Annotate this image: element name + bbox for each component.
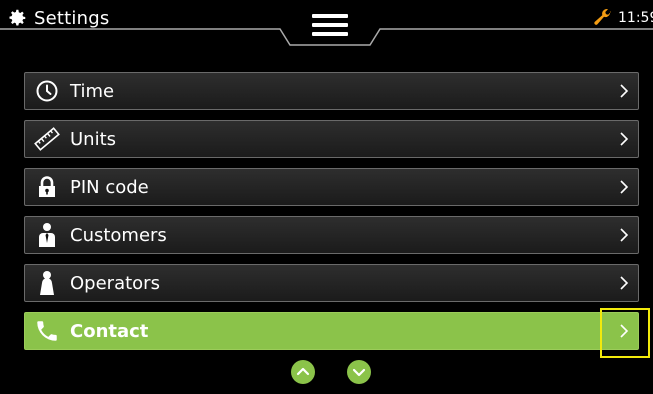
ruler-icon (34, 126, 60, 152)
scroll-down-button[interactable] (347, 360, 371, 384)
page-title: Settings (34, 7, 110, 29)
chevron-right-icon (620, 132, 629, 146)
scroll-up-button[interactable] (291, 360, 315, 384)
menu-item-label: Units (70, 128, 117, 150)
chevron-right-icon (620, 228, 629, 242)
menu-item-label: PIN code (70, 176, 149, 198)
wrench-icon (594, 9, 611, 25)
chevron-up-icon (296, 367, 310, 376)
menu-item-label: Contact (70, 320, 149, 342)
hamburger-menu-icon-line (312, 14, 348, 18)
phone-icon (34, 318, 60, 344)
gear-icon (9, 9, 26, 26)
hamburger-menu-button[interactable] (308, 12, 352, 40)
hamburger-menu-icon-line (312, 23, 348, 27)
menu-item-label: Time (70, 80, 115, 102)
page-navigation (0, 360, 653, 386)
clock-time: 11:59 (618, 10, 653, 26)
menu-item-customers[interactable]: Customers (24, 216, 639, 254)
top-bar: Settings 11:59 (0, 0, 653, 46)
menu-item-operators[interactable]: Operators (24, 264, 639, 302)
menu-item-label: Operators (70, 272, 160, 294)
status-area: 11:59 (592, 6, 653, 30)
chevron-down-icon (352, 368, 366, 377)
settings-menu-list: Time Units PIN code Customers Operators … (24, 72, 639, 350)
chevron-right-icon (620, 324, 629, 338)
chevron-right-icon (620, 276, 629, 290)
menu-item-pin-code[interactable]: PIN code (24, 168, 639, 206)
hamburger-menu-icon-line (312, 32, 348, 36)
menu-item-units[interactable]: Units (24, 120, 639, 158)
screen-title: Settings (6, 5, 109, 31)
menu-item-time[interactable]: Time (24, 72, 639, 110)
menu-item-label: Customers (70, 224, 167, 246)
chevron-right-icon (620, 84, 629, 98)
chevron-right-icon (620, 180, 629, 194)
menu-item-contact[interactable]: Contact (24, 312, 639, 350)
lock-icon (34, 174, 60, 200)
settings-screen: Settings 11:59 Time (0, 0, 653, 394)
clock-icon (34, 78, 60, 104)
customer-icon (34, 222, 60, 248)
operator-icon (34, 270, 60, 296)
